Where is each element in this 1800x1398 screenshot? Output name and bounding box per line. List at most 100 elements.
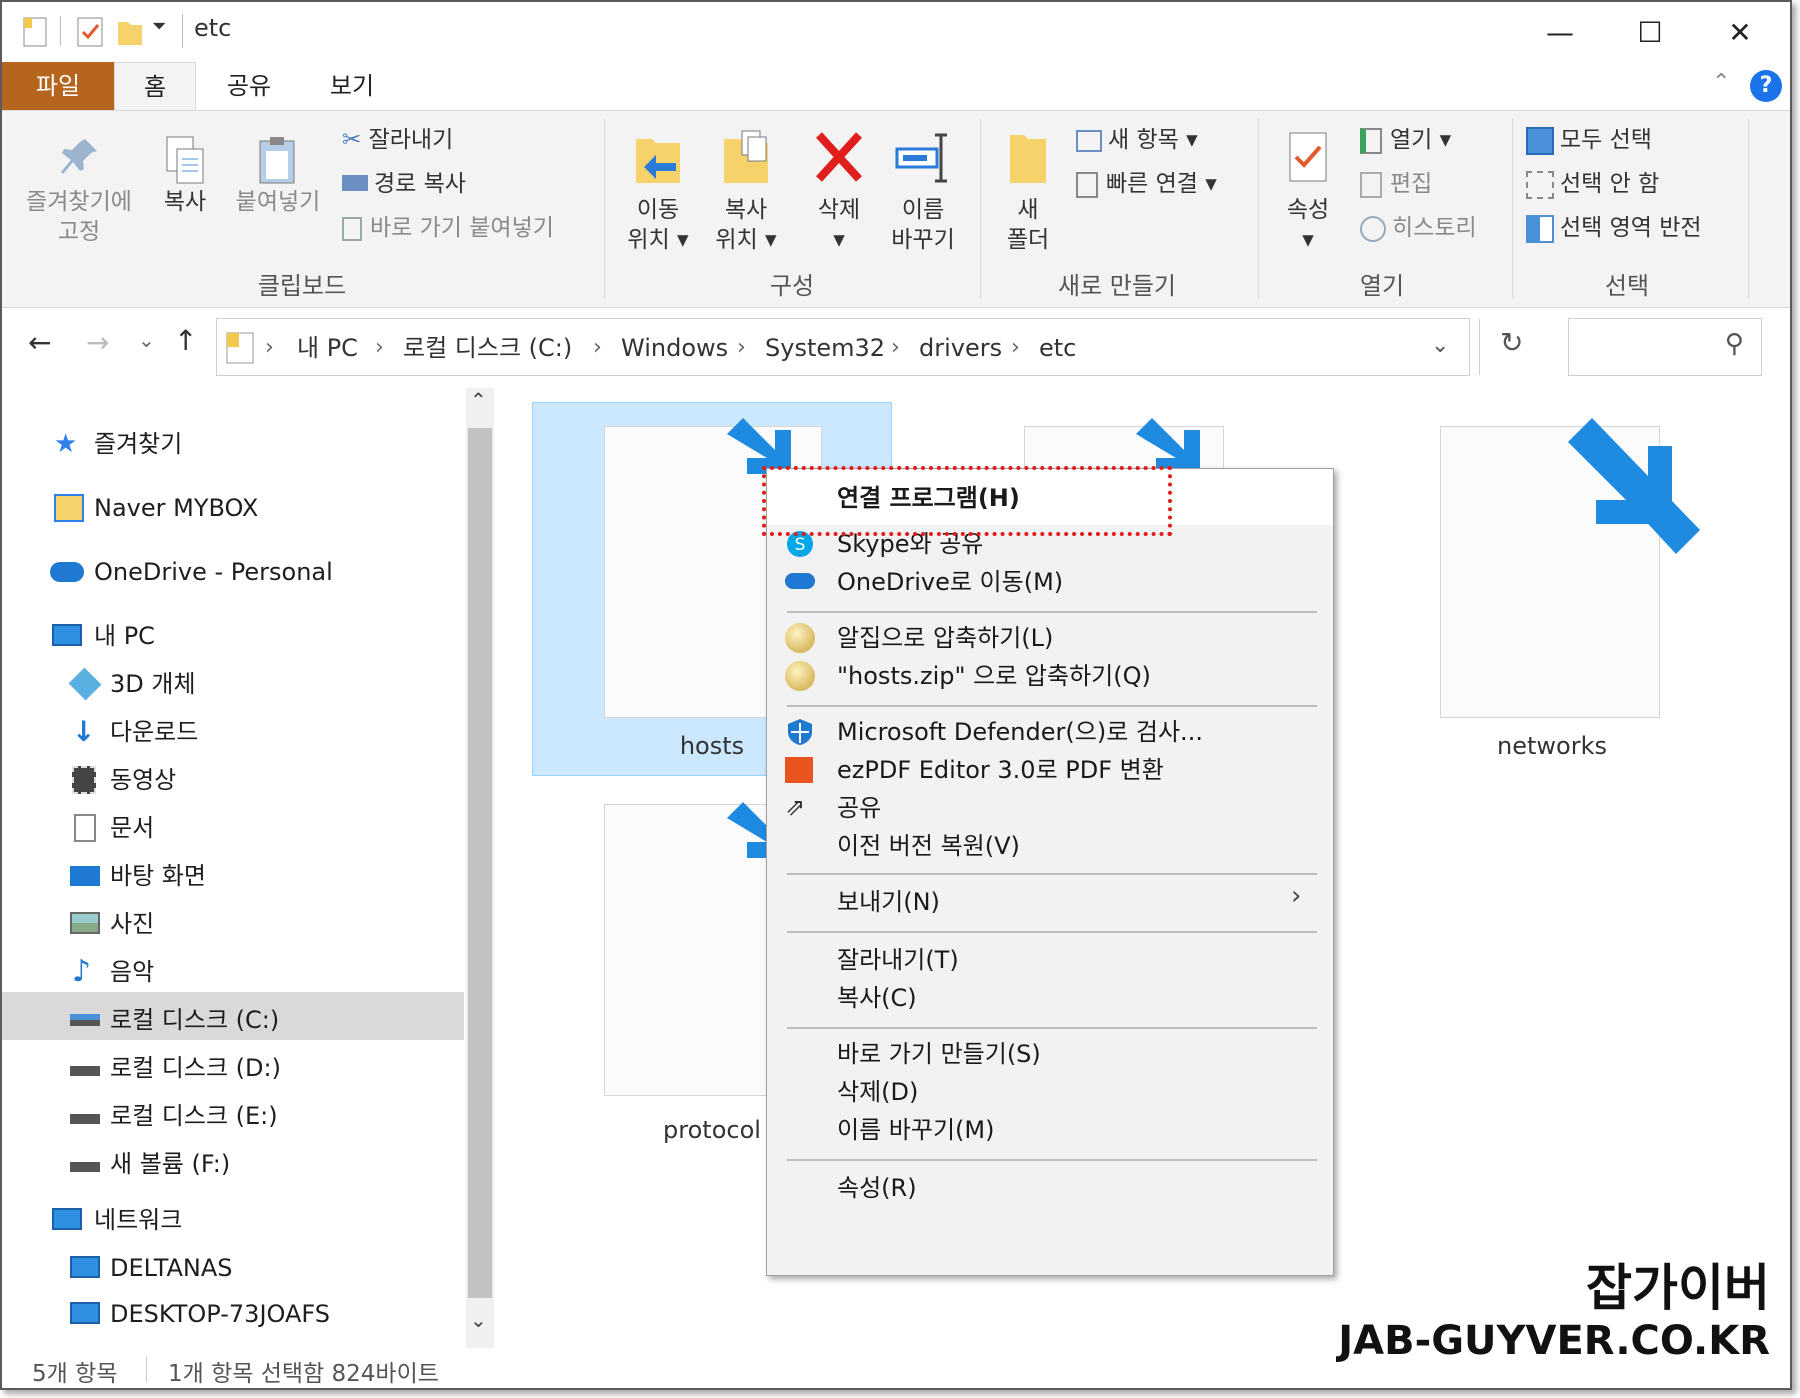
mybox-icon	[54, 494, 84, 522]
edit-label: 편집	[1390, 171, 1433, 197]
move-to-button[interactable]: 이동 위치 ▾	[618, 129, 698, 255]
new-item-label: 새 항목 ▾	[1108, 127, 1198, 153]
paste-shortcut-button[interactable]: 바로 가기 붙여넣기	[342, 211, 554, 245]
collapse-ribbon-icon[interactable]: ⌃	[1712, 70, 1730, 95]
menu-rename[interactable]: 이름 바꾸기(M)	[837, 1111, 994, 1149]
copy-button[interactable]: 복사	[150, 135, 220, 217]
back-arrow-icon[interactable]: ←	[28, 326, 51, 359]
breadcrumb-etc[interactable]: etc	[1039, 319, 1076, 377]
menu-restore-previous[interactable]: 이전 버전 복원(V)	[837, 827, 1020, 865]
paste-label: 붙여넣기	[235, 189, 321, 215]
address-dropdown-icon[interactable]: ⌄	[1431, 333, 1449, 358]
easy-access-button[interactable]: 빠른 연결 ▾	[1076, 167, 1217, 201]
menu-delete[interactable]: 삭제(D)	[837, 1073, 918, 1111]
breadcrumb-local-disk-c[interactable]: 로컬 디스크 (C:)	[403, 319, 572, 377]
nav-item-desktop[interactable]: 바탕 화면	[70, 856, 206, 896]
copy-icon	[166, 136, 204, 184]
invert-selection-button[interactable]: 선택 영역 반전	[1526, 211, 1702, 245]
forward-arrow-icon[interactable]: →	[86, 326, 109, 359]
nav-item-videos[interactable]: 동영상	[70, 760, 176, 800]
nav-item-mybox[interactable]: Naver MYBOX	[54, 488, 258, 528]
copy-path-button[interactable]: 경로 복사	[342, 167, 466, 201]
breadcrumb-separator[interactable]: ›	[737, 319, 746, 377]
tab-file[interactable]: 파일	[2, 62, 114, 110]
qat-dropdown-icon[interactable]: ⏷	[152, 16, 166, 37]
menu-defender-scan[interactable]: Microsoft Defender(으)로 검사...	[837, 713, 1203, 751]
properties-qat-icon[interactable]	[22, 16, 50, 48]
nav-item-my-pc[interactable]: 내 PC	[52, 616, 155, 656]
nav-item-network[interactable]: 네트워크	[52, 1200, 182, 1240]
menu-properties[interactable]: 속성(R)	[837, 1169, 917, 1207]
breadcrumb-system32[interactable]: System32	[765, 319, 885, 377]
history-button[interactable]: 히스토리	[1360, 211, 1477, 245]
menu-cut[interactable]: 잘라내기(T)	[837, 941, 959, 979]
menu-move-onedrive[interactable]: OneDrive로 이동(M)	[837, 563, 1063, 601]
delete-label-1: 삭제	[817, 197, 861, 223]
new-folder-label-2: 폴더	[1006, 227, 1050, 253]
tab-home[interactable]: 홈	[114, 62, 196, 110]
breadcrumb-separator[interactable]: ›	[891, 319, 900, 377]
nav-item-local-disk-d[interactable]: 로컬 디스크 (D:)	[70, 1048, 281, 1088]
breadcrumb-windows[interactable]: Windows	[621, 319, 728, 377]
select-group-label: 선택	[1604, 272, 1650, 300]
nav-item-favorites[interactable]: ★ 즐겨찾기	[54, 424, 182, 464]
menu-ezpdf-convert[interactable]: ezPDF Editor 3.0로 PDF 변환	[837, 751, 1164, 789]
open-button[interactable]: 열기 ▾	[1360, 123, 1451, 157]
menu-share[interactable]: 공유	[837, 789, 881, 827]
up-arrow-icon[interactable]: ↑	[174, 324, 197, 357]
menu-copy[interactable]: 복사(C)	[837, 979, 917, 1017]
menu-alzip-hosts-zip[interactable]: "hosts.zip" 으로 압축하기(Q)	[837, 657, 1151, 695]
copy-to-button[interactable]: 복사 위치 ▾	[706, 129, 786, 255]
pin-quick-access-button[interactable]: 즐겨찾기에 고정	[14, 135, 144, 247]
nav-item-music[interactable]: ♪ 음악	[70, 952, 154, 992]
nav-item-local-disk-c[interactable]: 로컬 디스크 (C:)	[70, 1000, 279, 1040]
breadcrumb-separator[interactable]: ›	[593, 319, 602, 377]
search-box[interactable]: ⚲	[1568, 318, 1762, 376]
file-networks[interactable]: networks	[1372, 402, 1732, 776]
close-button[interactable]: ✕	[1710, 10, 1770, 54]
select-all-button[interactable]: 모두 선택	[1526, 123, 1652, 157]
new-folder-button[interactable]: 새 폴더	[992, 129, 1064, 255]
nav-scrollbar-thumb[interactable]	[468, 428, 492, 1298]
nav-item-desktop-73joafs[interactable]: DESKTOP-73JOAFS	[70, 1294, 330, 1334]
minimize-button[interactable]: —	[1530, 10, 1590, 54]
recent-locations-chevron-icon[interactable]: ⌄	[138, 328, 155, 352]
tab-view[interactable]: 보기	[312, 62, 392, 110]
tab-share[interactable]: 공유	[214, 62, 284, 110]
scroll-down-icon[interactable]: ⌄	[470, 1308, 487, 1332]
menu-create-shortcut[interactable]: 바로 가기 만들기(S)	[837, 1035, 1041, 1073]
help-icon[interactable]: ?	[1750, 70, 1782, 102]
edit-button[interactable]: 편집	[1360, 167, 1432, 201]
delete-button[interactable]: 삭제 ▾	[802, 129, 876, 255]
scroll-up-icon[interactable]: ⌃	[470, 388, 487, 412]
nav-deltanas-label: DELTANAS	[110, 1254, 233, 1282]
window-title: etc	[194, 14, 232, 42]
properties-button[interactable]: 속성 ▾	[1270, 129, 1346, 255]
nav-item-volume-f[interactable]: 새 볼륨 (F:)	[70, 1144, 230, 1184]
nav-item-onedrive[interactable]: OneDrive - Personal	[50, 552, 333, 592]
menu-alzip-compress[interactable]: 알집으로 압축하기(L)	[837, 619, 1053, 657]
nav-item-downloads[interactable]: ↓ 다운로드	[70, 712, 198, 752]
address-bar[interactable]: › 내 PC › 로컬 디스크 (C:) › Windows › System3…	[216, 318, 1480, 377]
breadcrumb-drivers[interactable]: drivers	[919, 319, 1002, 377]
nav-item-3d-objects[interactable]: 3D 개체	[68, 664, 196, 704]
nav-item-deltanas[interactable]: DELTANAS	[70, 1248, 233, 1288]
maximize-button[interactable]: ☐	[1620, 10, 1680, 54]
checklist-qat-icon[interactable]	[76, 16, 104, 48]
rename-button[interactable]: 이름 바꾸기	[880, 129, 966, 255]
breadcrumb-separator[interactable]: ›	[375, 319, 384, 377]
cut-button[interactable]: ✂ 잘라내기	[342, 123, 453, 157]
breadcrumb-separator[interactable]: ›	[265, 319, 274, 377]
paste-button[interactable]: 붙여넣기	[228, 135, 328, 217]
copy-label: 복사	[163, 189, 207, 215]
folder-qat-icon[interactable]	[116, 16, 144, 48]
nav-item-pictures[interactable]: 사진	[70, 904, 154, 944]
select-none-button[interactable]: 선택 안 함	[1526, 167, 1659, 201]
refresh-icon[interactable]: ↻	[1500, 326, 1523, 359]
breadcrumb-separator[interactable]: ›	[1011, 319, 1020, 377]
breadcrumb-my-pc[interactable]: 내 PC	[297, 319, 358, 377]
new-item-button[interactable]: 새 항목 ▾	[1076, 123, 1198, 157]
nav-item-documents[interactable]: 문서	[70, 808, 154, 848]
menu-send-to[interactable]: 보내기(N)	[837, 883, 940, 921]
nav-item-local-disk-e[interactable]: 로컬 디스크 (E:)	[70, 1096, 278, 1136]
